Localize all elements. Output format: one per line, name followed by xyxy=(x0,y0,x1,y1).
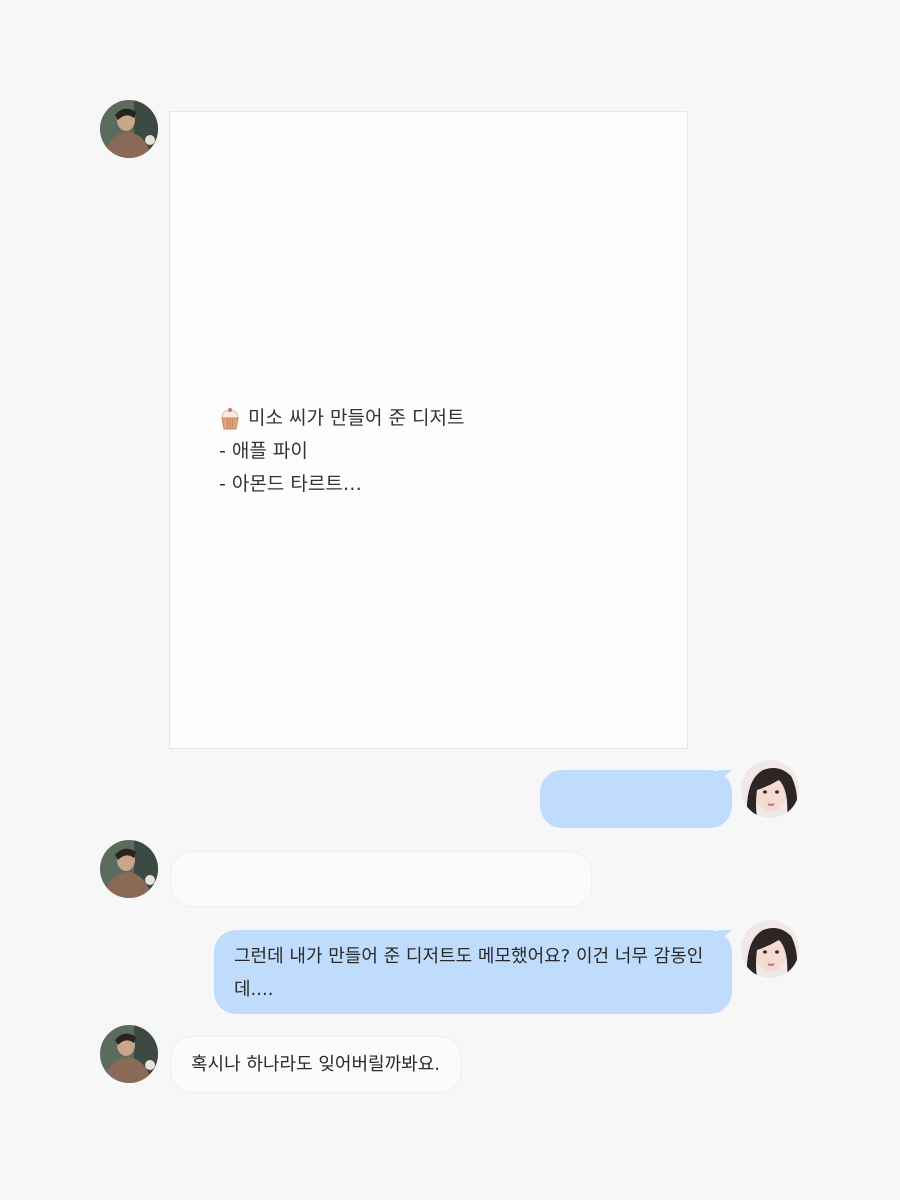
partner-avatar-image xyxy=(100,840,158,898)
memo-image-card[interactable]: 미소 씨가 만들어 준 디저트 - 애플 파이 - 아몬드 타르트… xyxy=(169,111,688,749)
message-text: 혹시나 하나라도 잊어버릴까봐요. xyxy=(191,1054,441,1075)
partner-avatar-image xyxy=(100,1025,158,1083)
partner-avatar[interactable] xyxy=(100,840,158,898)
message-text: 그런데 내가 만들어 준 디저트도 메모했어요? 이건 너무 감동인데.... xyxy=(234,946,704,1000)
memo-content: 미소 씨가 만들어 준 디저트 - 애플 파이 - 아몬드 타르트… xyxy=(219,402,464,501)
my-avatar-image xyxy=(741,760,799,818)
partner-message-bubble[interactable]: 혹시나 하나라도 잊어버릴까봐요. xyxy=(170,1036,462,1093)
bubble-tail xyxy=(718,930,732,942)
partner-message-bubble[interactable] xyxy=(170,851,592,907)
partner-avatar[interactable] xyxy=(100,100,158,158)
memo-title: 미소 씨가 만들어 준 디저트 xyxy=(248,407,465,429)
memo-item-1: - 애플 파이 xyxy=(219,440,308,462)
my-avatar[interactable] xyxy=(741,760,799,818)
partner-avatar-image xyxy=(100,100,158,158)
my-avatar-image xyxy=(741,920,799,978)
my-avatar[interactable] xyxy=(741,920,799,978)
cupcake-icon xyxy=(219,407,241,431)
bubble-tail xyxy=(718,770,732,782)
partner-avatar[interactable] xyxy=(100,1025,158,1083)
memo-title-line: 미소 씨가 만들어 준 디저트 xyxy=(219,402,464,435)
my-message-bubble[interactable] xyxy=(540,770,732,828)
my-message-bubble[interactable]: 그런데 내가 만들어 준 디저트도 메모했어요? 이건 너무 감동인데.... xyxy=(214,930,732,1014)
memo-item-2: - 아몬드 타르트… xyxy=(219,473,362,495)
